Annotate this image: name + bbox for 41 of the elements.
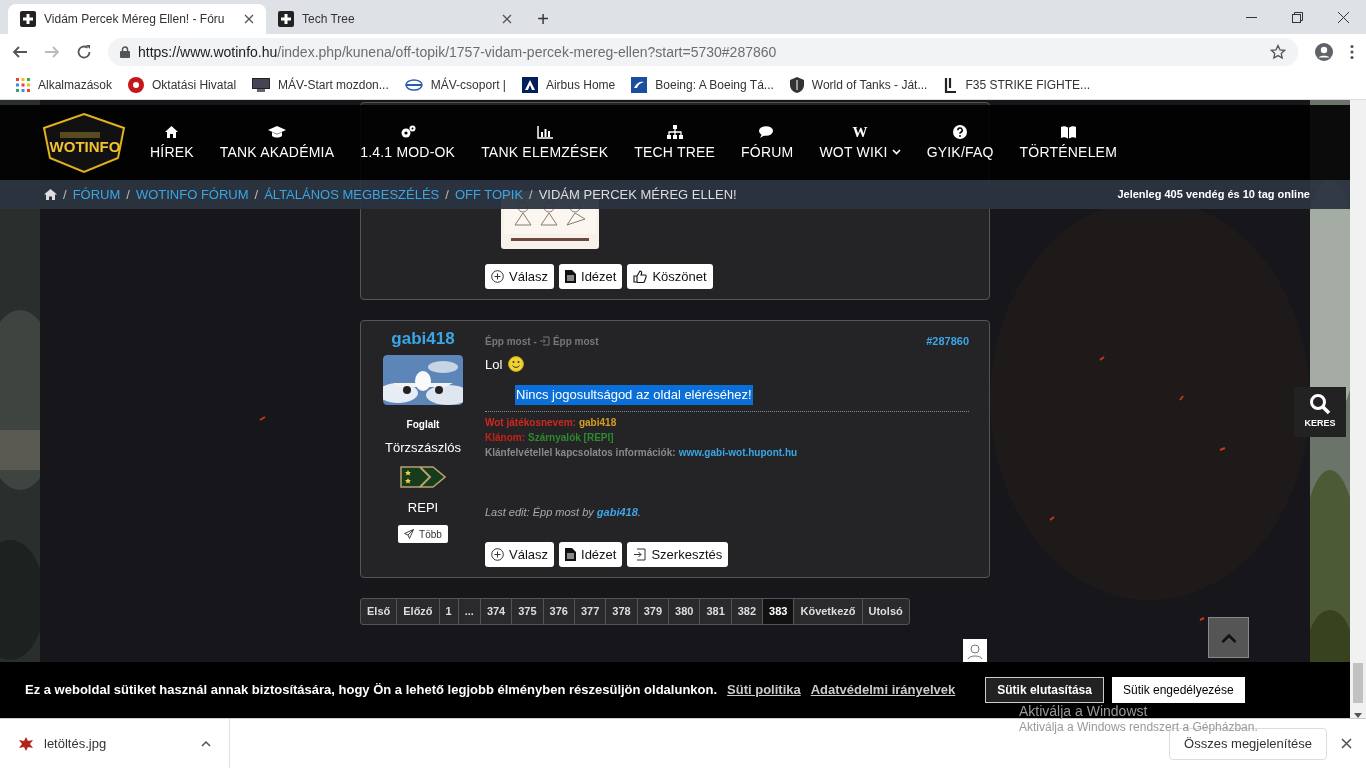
bookmark-item[interactable]: MÁV-Start mozdon... xyxy=(252,75,389,94)
close-icon[interactable] xyxy=(1341,738,1352,749)
browser-tab[interactable]: Vidám Percek Méreg Ellen! - Fóru xyxy=(8,4,266,34)
ring-logo-icon xyxy=(128,76,145,93)
profile-icon[interactable] xyxy=(1314,42,1334,62)
close-icon[interactable] xyxy=(244,14,254,24)
monitor-icon xyxy=(252,77,271,92)
apps-grid-icon xyxy=(16,77,30,92)
new-tab-button[interactable]: + xyxy=(528,4,558,34)
bookmark-item[interactable]: Airbus Home xyxy=(521,75,616,94)
shield-icon xyxy=(789,76,804,93)
restore-icon[interactable] xyxy=(1291,11,1303,23)
scrollbar-thumb[interactable] xyxy=(1353,663,1363,703)
lock-icon xyxy=(120,46,130,58)
scrollbar[interactable] xyxy=(1350,100,1366,718)
bookmark-star-icon[interactable] xyxy=(1270,44,1286,60)
close-icon[interactable] xyxy=(502,14,512,24)
tab-title: Tech Tree xyxy=(302,11,355,28)
site-icon xyxy=(20,11,36,27)
splash-icon xyxy=(18,735,34,752)
bracket-logo-icon xyxy=(943,76,958,93)
bookmark-item[interactable]: Oktatási Hivatal xyxy=(128,75,237,94)
plane-logo-icon xyxy=(631,76,648,93)
back-icon[interactable] xyxy=(12,44,28,60)
reload-icon[interactable] xyxy=(76,44,92,60)
bookmark-item[interactable]: Boeing: A Boeing Tá... xyxy=(631,75,774,94)
bookmark-item[interactable]: World of Tanks - Ját... xyxy=(789,75,928,94)
bookmark-item[interactable]: Alkalmazások xyxy=(16,75,113,94)
address-bar[interactable]: https://www.wotinfo.hu/index.php/kunena/off-topik/1757-vidam-percek-mereg-ellen?start=5730#287860 xyxy=(108,38,1298,66)
browser-tab[interactable]: Tech Tree xyxy=(266,4,524,34)
close-icon[interactable] xyxy=(1337,11,1349,23)
tab-title: Vidám Percek Méreg Ellen! - Fóru xyxy=(44,11,225,28)
bookmark-item[interactable]: F35 STRIKE FIGHTE... xyxy=(943,75,1091,94)
site-icon xyxy=(278,11,294,27)
bookmark-item[interactable]: MÁV-csoport | xyxy=(404,75,506,94)
download-item[interactable]: letöltés.jpg xyxy=(0,718,230,768)
url-text: https://www.wotinfo.hu/index.php/kunena/off-topik/1757-vidam-percek-mereg-ellen?start=5730#287860 xyxy=(138,42,777,62)
chevron-up-icon xyxy=(201,740,211,747)
menu-icon[interactable] xyxy=(1350,44,1354,60)
triangle-logo-icon xyxy=(521,76,538,93)
ring-icon xyxy=(404,78,423,91)
